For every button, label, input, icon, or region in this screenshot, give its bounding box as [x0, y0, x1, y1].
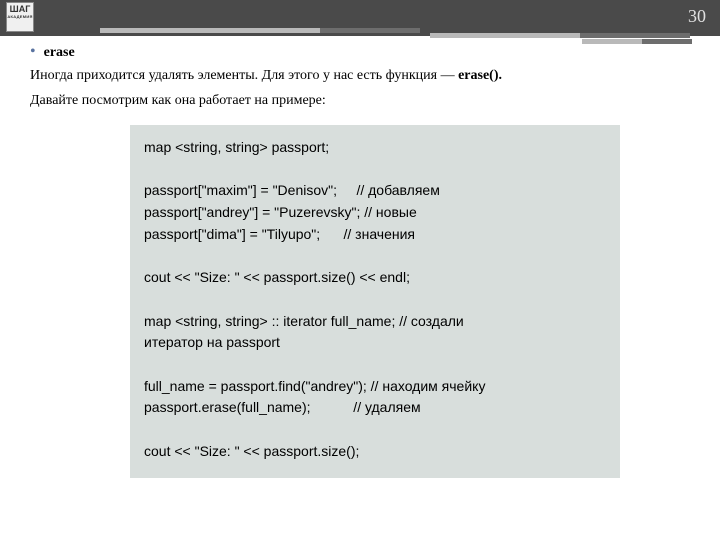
bullet-icon: •: [30, 44, 36, 60]
content-area: • erase Иногда приходится удалять элемен…: [0, 36, 720, 478]
deco-bar: [430, 33, 580, 38]
code-block: map <string, string> passport; passport[…: [130, 125, 620, 478]
code-line: passport.erase(full_name); // удаляем: [144, 399, 421, 415]
paragraph-2: Давайте посмотрим как она работает на пр…: [30, 90, 690, 111]
code-line: passport["andrey"] = "Puzerevsky"; // но…: [144, 204, 417, 220]
paragraph-1: Иногда приходится удалять элементы. Для …: [30, 65, 690, 86]
bullet-line: • erase: [30, 44, 690, 61]
code-line: итератор на passport: [144, 334, 280, 350]
code-line: passport["maxim"] = "Denisov"; // добавл…: [144, 182, 440, 198]
code-line: cout << "Size: " << passport.size() << e…: [144, 269, 410, 285]
code-line: map <string, string> :: iterator full_na…: [144, 313, 464, 329]
section-title: erase: [44, 45, 75, 61]
code-line: full_name = passport.find("andrey"); // …: [144, 378, 485, 394]
deco-bar: [100, 28, 320, 33]
deco-bar: [642, 39, 692, 44]
page-number: 30: [688, 6, 706, 27]
para-1-text: Иногда приходится удалять элементы. Для …: [30, 68, 458, 83]
deco-bar: [320, 28, 420, 33]
deco-bar: [580, 33, 690, 38]
header-bar: ШАГ АКАДЕМИЯ 30: [0, 0, 720, 36]
logo-text-main: ШАГ: [10, 4, 31, 14]
code-line: map <string, string> passport;: [144, 139, 329, 155]
code-line: cout << "Size: " << passport.size();: [144, 443, 359, 459]
code-line: passport["dima"] = "Tilyupo"; // значени…: [144, 226, 415, 242]
deco-bar: [582, 39, 642, 44]
para-1-bold: erase().: [458, 68, 502, 83]
logo-text-sub: АКАДЕМИЯ: [7, 15, 33, 19]
logo: ШАГ АКАДЕМИЯ: [6, 2, 34, 32]
